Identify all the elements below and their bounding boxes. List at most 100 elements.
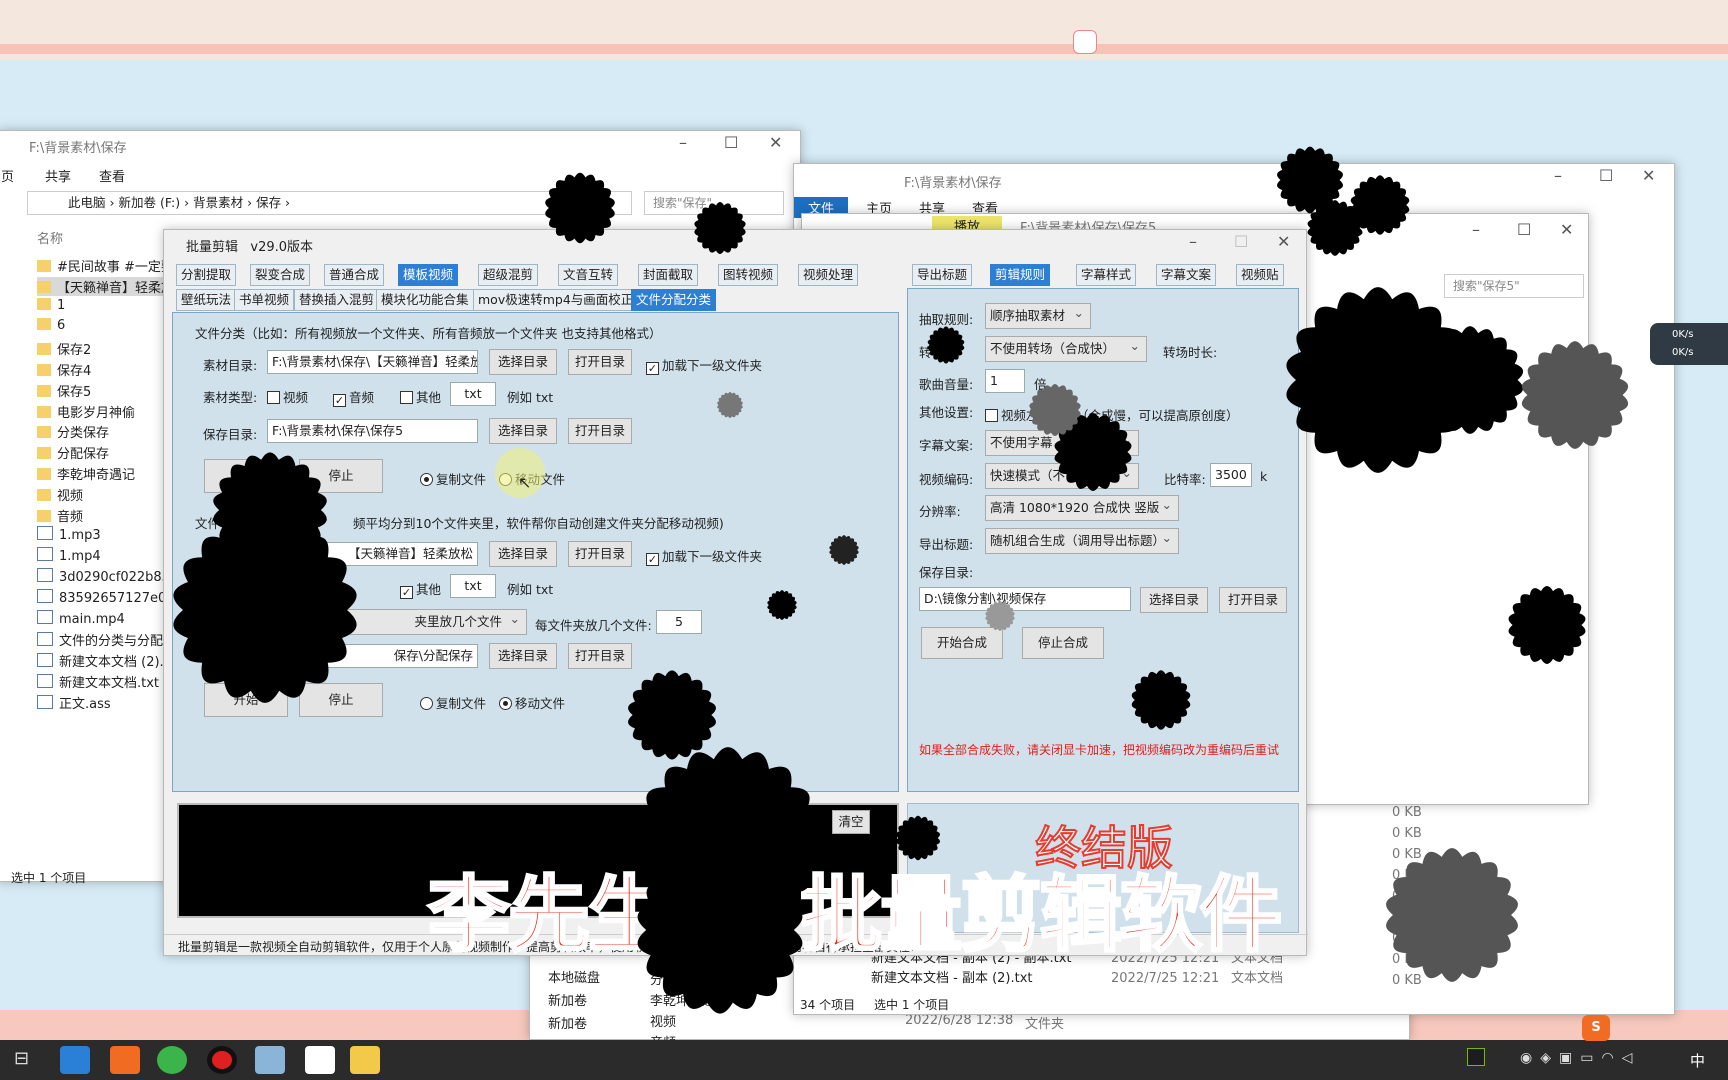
save-dir-input[interactable]: F:\背景素材\保存\保存5: [267, 419, 478, 443]
file-item[interactable]: 电影岁月神偷: [37, 402, 135, 421]
taskbar-app-icon[interactable]: [305, 1046, 335, 1074]
file-item[interactable]: 文件的分类与分配.t: [37, 630, 172, 649]
tab-right_tabs-1[interactable]: 剪辑规则: [990, 264, 1051, 286]
stop-button-2[interactable]: 停止: [299, 683, 383, 717]
address-bar[interactable]: 此电脑 › 新加卷 (F:) › 背景素材 › 保存 ›: [27, 191, 632, 215]
system-tray-icons[interactable]: ◉◈▣▭◠◁: [1520, 1050, 1640, 1066]
select-dir-button[interactable]: 选择目录: [489, 643, 557, 669]
breadcrumb-item[interactable]: 保存: [256, 195, 281, 210]
export-title-select[interactable]: 随机组合生成（调用导出标题）: [985, 526, 1179, 554]
wechat-icon[interactable]: [157, 1046, 187, 1074]
save-dir-input[interactable]: D:\镜像分割\视频保存: [919, 587, 1131, 611]
file-item[interactable]: 保存2: [37, 339, 91, 358]
nvidia-icon[interactable]: [1467, 1048, 1485, 1066]
minimize-button[interactable]: –: [679, 133, 687, 152]
flip-checkbox[interactable]: 视频左右翻转（合成慢，可以提高原创度）: [985, 405, 1239, 424]
tab-tabs2-3[interactable]: 模块化功能合集: [376, 289, 474, 311]
folder-item[interactable]: 视频: [650, 1012, 728, 1033]
source-dir-input[interactable]: F:\背景素材\保存\【天籁禅音】轻柔放松: [267, 350, 478, 374]
nav-item[interactable]: 新加卷: [548, 990, 600, 1013]
tab-right_tabs-4[interactable]: 视频贴: [1236, 264, 1284, 286]
video-checkbox[interactable]: 视频: [267, 387, 308, 406]
other-checkbox-2[interactable]: ✓ 其他: [400, 579, 441, 599]
tab-tabs1-1[interactable]: 裂变合成: [250, 264, 311, 286]
tab-tabs1-6[interactable]: 封面截取: [638, 264, 699, 286]
file-explorer-icon[interactable]: [350, 1046, 380, 1074]
select-dir-button[interactable]: 选择目录: [489, 541, 557, 567]
close-button[interactable]: ✕: [769, 133, 782, 152]
audio-checkbox[interactable]: ✓ 音频: [333, 387, 374, 407]
close-button[interactable]: ✕: [1642, 166, 1655, 185]
save-dir-input-2[interactable]: 保存\分配保存: [267, 644, 478, 668]
open-dir-button[interactable]: 打开目录: [568, 349, 632, 375]
table-row[interactable]: 新建文本文档 - 副本 (2).txt 2022/7/25 12:21 文本文档: [871, 969, 1283, 989]
taskbar-app-icon[interactable]: [60, 1046, 90, 1074]
file-item[interactable]: 视频: [37, 485, 83, 504]
tab-right_tabs-3[interactable]: 字幕文案: [1156, 264, 1217, 286]
nav-item[interactable]: 本地磁盘: [548, 967, 600, 990]
copy-radio-2[interactable]: 复制文件: [420, 693, 486, 712]
tab-tabs1-3[interactable]: 模板视频: [398, 264, 459, 286]
task-view-icon[interactable]: ⊟: [14, 1048, 29, 1069]
file-item[interactable]: 1.mp4: [37, 547, 101, 564]
minimize-button[interactable]: –: [1472, 220, 1480, 239]
file-item[interactable]: 分类保存: [37, 422, 109, 441]
transition-select[interactable]: 不使用转场（合成快）: [985, 334, 1147, 362]
search-input[interactable]: 搜索"保存5": [1444, 274, 1584, 298]
minimize-button[interactable]: –: [1554, 166, 1562, 185]
folder-item[interactable]: 李乾坤奇遇记: [650, 991, 728, 1012]
move-radio-2[interactable]: 移动文件: [499, 693, 565, 712]
ext-input-2[interactable]: txt: [450, 574, 496, 598]
tab-tabs2-1[interactable]: 书单视频: [234, 289, 295, 311]
load-subfolder-checkbox[interactable]: ✓ 加载下一级文件夹: [646, 355, 762, 375]
nav-item[interactable]: 新加卷: [548, 1013, 600, 1036]
breadcrumb-item[interactable]: 此电脑: [68, 195, 106, 210]
taskbar-app-icon[interactable]: [110, 1046, 140, 1074]
maximize-button[interactable]: ☐: [1517, 220, 1531, 239]
ribbon-tab[interactable]: 查看: [99, 166, 125, 185]
column-header-name[interactable]: 名称: [37, 228, 63, 247]
select-dir-button[interactable]: 选择目录: [1140, 587, 1208, 613]
tab-tabs1-2[interactable]: 普通合成: [324, 264, 385, 286]
open-dir-button[interactable]: 打开目录: [568, 643, 632, 669]
volume-input[interactable]: 1: [985, 369, 1025, 393]
subtitle-select[interactable]: 不使用字幕: [985, 428, 1139, 456]
tab-tabs1-4[interactable]: 超级混剪: [478, 264, 539, 286]
source-dir-input-2[interactable]: 【天籁禅音】轻柔放松: [267, 542, 478, 566]
breadcrumb-item[interactable]: 背景素材: [193, 195, 243, 210]
minimize-button[interactable]: –: [1189, 232, 1197, 251]
tab-tabs2-2[interactable]: 替换插入混剪: [294, 289, 380, 311]
other-checkbox[interactable]: 其他: [400, 387, 441, 406]
file-item[interactable]: 1: [37, 298, 65, 313]
open-dir-button[interactable]: 打开目录: [1219, 587, 1287, 613]
sogou-ime-icon[interactable]: S: [1582, 1015, 1610, 1041]
file-item[interactable]: #民间故事 #一定要: [37, 256, 174, 275]
clear-log-button[interactable]: 清空: [832, 810, 870, 834]
close-button[interactable]: ✕: [1560, 220, 1573, 239]
tab-tabs1-7[interactable]: 图转视频: [718, 264, 779, 286]
stop-button[interactable]: 停止: [299, 459, 383, 493]
file-item[interactable]: 保存4: [37, 360, 91, 379]
file-item[interactable]: 1.mp3: [37, 526, 101, 543]
folder-item[interactable]: 分配保存: [650, 970, 728, 991]
tab-right_tabs-2[interactable]: 字幕样式: [1076, 264, 1137, 286]
copy-radio[interactable]: 复制文件: [420, 469, 486, 488]
tab-tabs2-0[interactable]: 壁纸玩法: [176, 289, 237, 311]
file-item[interactable]: main.mp4: [37, 610, 125, 627]
resolution-select[interactable]: 高清 1080*1920 合成快 竖版: [985, 493, 1179, 521]
taskbar-app-icon[interactable]: [255, 1046, 285, 1074]
ext-input[interactable]: txt: [450, 382, 496, 406]
select-dir-button[interactable]: 选择目录: [489, 349, 557, 375]
tab-tabs1-8[interactable]: 视频处理: [798, 264, 859, 286]
tab-right_tabs-0[interactable]: 导出标题: [912, 264, 973, 286]
file-item[interactable]: 音频: [37, 506, 83, 525]
close-button[interactable]: ✕: [1277, 232, 1290, 251]
tab-tabs2-5[interactable]: 文件分配分类: [631, 289, 717, 311]
file-item[interactable]: 正文.ass: [37, 693, 111, 712]
breadcrumb-item[interactable]: 新加卷 (F:): [118, 195, 180, 210]
file-item[interactable]: 【天籁禅音】轻柔放: [37, 276, 175, 296]
ribbon-tab[interactable]: 共享: [45, 166, 71, 185]
file-item[interactable]: 新建文本文档 (2).tx: [37, 651, 176, 670]
tab-tabs1-5[interactable]: 文音互转: [558, 264, 619, 286]
open-dir-button[interactable]: 打开目录: [568, 541, 632, 567]
